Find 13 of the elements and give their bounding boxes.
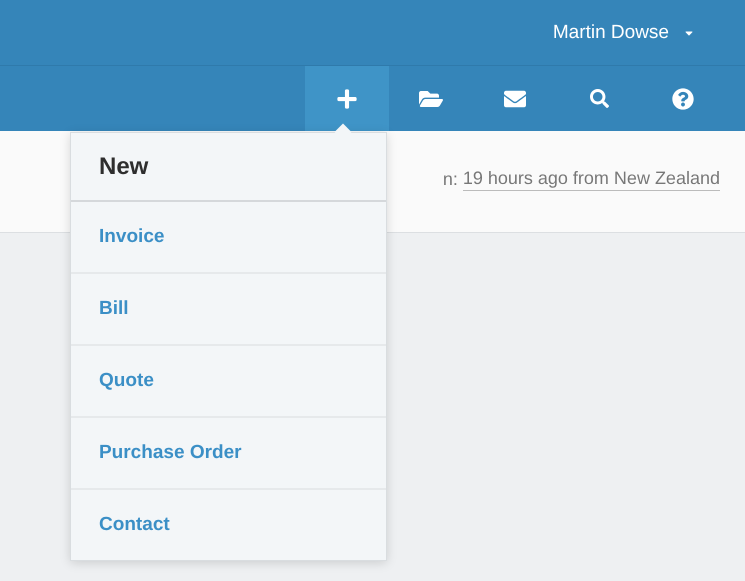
plus-icon — [336, 88, 358, 110]
user-menu-button[interactable]: Martin Dowse — [552, 22, 695, 44]
menu-item[interactable]: Invoice — [71, 202, 386, 272]
help-icon — [672, 88, 694, 110]
menu-title: New — [71, 133, 386, 202]
toolbar-button[interactable] — [305, 66, 389, 131]
search-icon — [590, 89, 608, 108]
menu-item[interactable]: Quote — [71, 344, 386, 416]
menu-item[interactable]: Purchase Order — [71, 416, 386, 488]
login-info-text: n: — [442, 169, 458, 190]
menu-item[interactable]: Contact — [71, 488, 386, 560]
login-time-link[interactable]: 19 hours ago from New Zealand — [462, 168, 720, 191]
menu-item[interactable]: Bill — [71, 272, 386, 344]
